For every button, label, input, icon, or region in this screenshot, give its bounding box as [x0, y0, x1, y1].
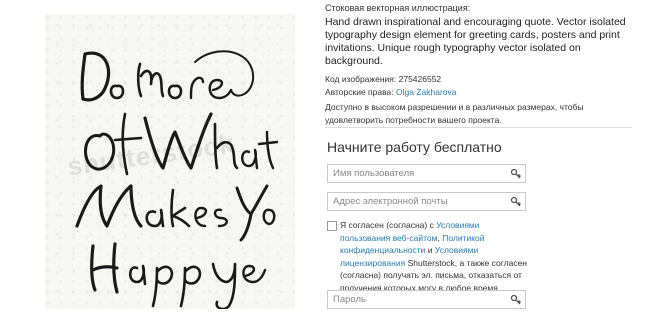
password-field[interactable]: Пароль — [327, 290, 526, 309]
username-placeholder: Имя пользователя — [333, 168, 415, 179]
availability-text: Доступно в высоком разрешении и в различ… — [325, 102, 584, 125]
username-field[interactable]: Имя пользователя — [327, 164, 526, 183]
image-info: Стоковая векторная иллюстрация: Hand dra… — [325, 0, 637, 127]
divider — [325, 127, 632, 128]
copyright-label: Авторские права: — [325, 87, 394, 97]
signup-title: Начните работу бесплатно — [327, 139, 502, 155]
image-code-value: 275426552 — [398, 74, 442, 84]
preview-image[interactable]: shutterstock — [45, 14, 295, 309]
image-description: Hand drawn inspirational and encouraging… — [325, 16, 626, 67]
key-icon[interactable] — [510, 294, 522, 306]
image-code-label: Код изображения: — [325, 74, 397, 84]
image-code-row: Код изображения: 275426552 — [325, 73, 637, 86]
key-icon[interactable] — [510, 196, 522, 208]
stock-label: Стоковая векторная иллюстрация: — [325, 3, 471, 13]
consent-prefix: Я согласен (согласна) с — [340, 220, 437, 230]
consent-and: и — [425, 245, 435, 255]
author-link[interactable]: Olga Zakharova — [396, 87, 456, 97]
copyright-row: Авторские права: Olga Zakharova — [325, 86, 637, 99]
consent-text: Я согласен (согласна) с Условиями пользо… — [340, 219, 530, 294]
key-icon[interactable] — [510, 168, 522, 180]
consent-checkbox[interactable] — [327, 221, 337, 231]
email-placeholder: Адрес электронной почты — [333, 196, 448, 207]
email-field[interactable]: Адрес электронной почты — [327, 192, 526, 211]
password-placeholder: Пароль — [333, 294, 366, 305]
